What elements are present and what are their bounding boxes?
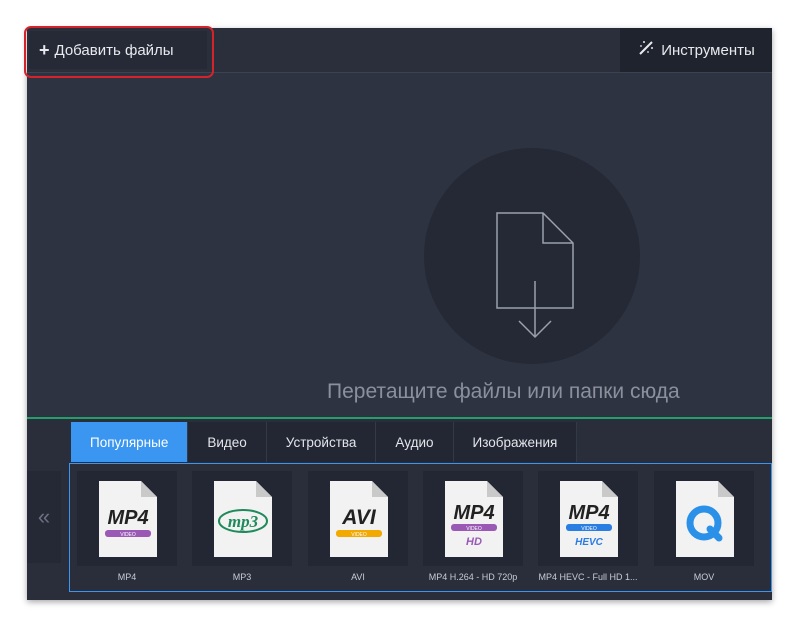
svg-text:MP4: MP4	[568, 502, 609, 524]
format-label: MP4	[117, 572, 137, 582]
format-label: MP3	[232, 572, 252, 582]
format-card-avi[interactable]: AVI VIDEO AVI	[308, 471, 408, 582]
format-panel: Популярные Видео Устройства Аудио Изобра…	[27, 417, 772, 600]
format-card-mp3[interactable]: mp3 MP3	[192, 471, 292, 582]
mp4-hevc-icon: MP4 VIDEO HEVC	[560, 480, 618, 557]
mp4-hd-icon: MP4 VIDEO HD	[445, 480, 503, 557]
svg-text:MP4: MP4	[453, 502, 494, 524]
format-label: AVI	[351, 572, 365, 582]
format-label: MP4 HEVC - Full HD 1...	[538, 572, 638, 582]
app-window: + Добавить файлы Инструменты Перетащите …	[27, 28, 772, 600]
tab-devices[interactable]: Устройства	[266, 422, 377, 462]
format-card-mov[interactable]: MOV	[654, 471, 754, 582]
format-grid: MP4 VIDEO MP4 mp3 MP3 AVI VIDEO AVI MP4 …	[69, 463, 772, 592]
add-files-label: Добавить файлы	[54, 41, 174, 59]
svg-text:VIDEO: VIDEO	[581, 526, 597, 532]
format-tabs: Популярные Видео Устройства Аудио Изобра…	[71, 422, 578, 462]
magic-wand-icon	[637, 39, 655, 61]
svg-text:mp3: mp3	[228, 512, 259, 531]
tab-popular[interactable]: Популярные	[71, 422, 189, 462]
format-thumb	[654, 471, 754, 566]
plus-icon: +	[39, 40, 50, 60]
format-card-mp4[interactable]: MP4 VIDEO MP4	[77, 471, 177, 582]
svg-text:VIDEO: VIDEO	[120, 532, 136, 538]
svg-text:VIDEO: VIDEO	[466, 526, 482, 532]
format-thumb: MP4 VIDEO HD	[423, 471, 523, 566]
svg-text:HEVC: HEVC	[575, 537, 604, 548]
double-chevron-left-icon: «	[37, 504, 51, 529]
add-files-button[interactable]: + Добавить файлы	[29, 31, 207, 69]
tab-video[interactable]: Видео	[188, 422, 267, 462]
mp4-video-icon: MP4 VIDEO	[99, 480, 157, 557]
tools-button[interactable]: Инструменты	[620, 28, 772, 72]
tab-audio[interactable]: Аудио	[376, 422, 454, 462]
format-label: MP4 H.264 - HD 720p	[428, 572, 518, 582]
format-thumb: MP4 VIDEO HEVC	[538, 471, 638, 566]
tools-label: Инструменты	[661, 41, 755, 59]
svg-text:HD: HD	[466, 536, 482, 548]
collapse-panel-button[interactable]: «	[27, 471, 61, 563]
format-thumb: mp3	[192, 471, 292, 566]
format-card-mp4-hevc[interactable]: MP4 VIDEO HEVC MP4 HEVC - Full HD 1...	[538, 471, 638, 582]
avi-video-icon: AVI VIDEO	[330, 480, 388, 557]
top-toolbar: + Добавить файлы Инструменты	[27, 28, 772, 73]
mp3-audio-icon: mp3	[214, 480, 272, 557]
svg-text:VIDEO: VIDEO	[351, 532, 367, 538]
quicktime-icon	[676, 480, 734, 557]
format-card-mp4-hd[interactable]: MP4 VIDEO HD MP4 H.264 - HD 720p	[423, 471, 523, 582]
format-thumb: AVI VIDEO	[308, 471, 408, 566]
format-thumb: MP4 VIDEO	[77, 471, 177, 566]
file-drop-icon	[496, 212, 574, 339]
drop-hint: Перетащите файлы или папки сюда	[327, 380, 680, 403]
svg-text:MP4: MP4	[107, 507, 148, 529]
svg-text:AVI: AVI	[341, 506, 377, 529]
tab-images[interactable]: Изображения	[453, 422, 578, 462]
format-label: MOV	[693, 572, 715, 582]
drop-zone[interactable]: Перетащите файлы или папки сюда	[27, 73, 772, 418]
